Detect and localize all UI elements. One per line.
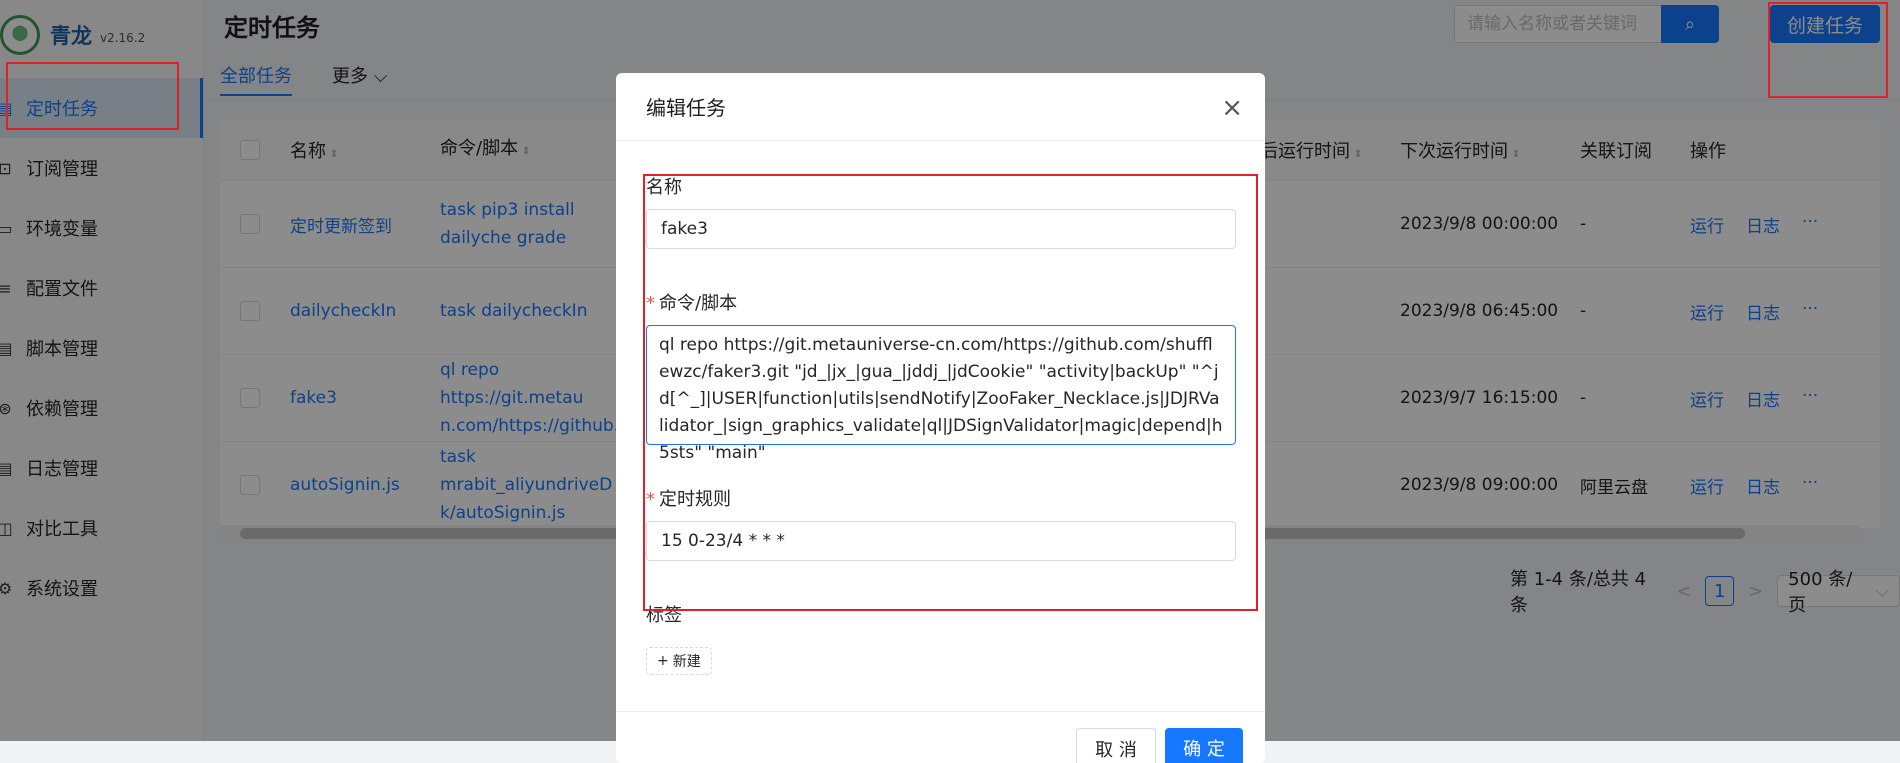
dialog-title: 编辑任务 — [646, 96, 726, 120]
schedule-field-label: * 定时规则 — [646, 485, 1236, 511]
schedule-field-label-text: 定时规则 — [659, 489, 731, 510]
dialog-footer-divider — [616, 711, 1265, 712]
command-textarea[interactable]: ql repo https://git.metauniverse-cn.com/… — [646, 325, 1236, 463]
new-tag-label: 新建 — [672, 654, 701, 670]
schedule-field[interactable]: 15 0-23/4 * * * — [646, 521, 1236, 561]
name-field[interactable]: fake3 — [646, 209, 1236, 249]
task-form: 名称 fake3 * 命令/脚本 ql repo https://git.meta… — [646, 173, 1236, 675]
name-field-label: 名称 — [646, 177, 682, 198]
edit-task-dialog: 编辑任务 × 名称 fake3 * 命令/脚本 ql repo https://g… — [616, 73, 1265, 763]
close-icon[interactable]: × — [1221, 93, 1243, 123]
command-field-label: * 命令/脚本 — [646, 289, 1236, 315]
dialog-header: 编辑任务 × — [616, 73, 1265, 141]
plus-icon: + — [657, 653, 669, 669]
new-tag-button[interactable]: + 新建 — [646, 647, 712, 675]
required-mark: * — [646, 293, 655, 314]
tags-field-label: 标签 — [646, 605, 682, 626]
command-field-label-text: 命令/脚本 — [659, 293, 738, 314]
confirm-button[interactable]: 确 定 — [1165, 728, 1243, 763]
required-mark: * — [646, 489, 655, 510]
cancel-button[interactable]: 取 消 — [1076, 728, 1156, 763]
